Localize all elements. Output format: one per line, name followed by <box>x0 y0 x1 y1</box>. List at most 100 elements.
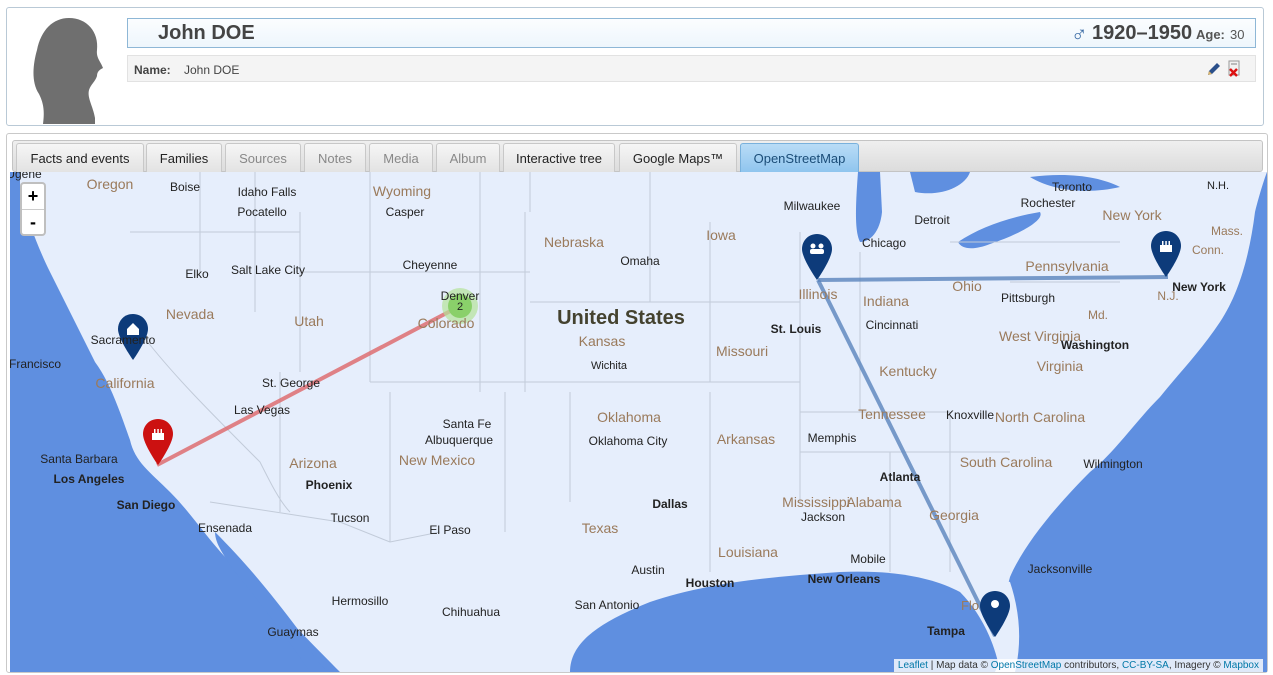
tab-interactive-tree[interactable]: Interactive tree <box>503 143 615 173</box>
state-label: Flo <box>961 598 979 613</box>
person-header: John DOE ♂ 1920–1950 Age: 30 Name: John … <box>6 7 1264 126</box>
state-label: Virginia <box>1037 358 1084 374</box>
city-label: San Antonio <box>575 598 640 612</box>
state-label: New York <box>1102 207 1162 223</box>
city-label: Toronto <box>1052 180 1092 194</box>
state-label: Md. <box>1088 308 1108 322</box>
city-label: Ensenada <box>198 521 252 535</box>
zoom-control: + - <box>20 182 46 236</box>
state-label: California <box>95 375 154 391</box>
city-label: San Diego <box>117 498 176 512</box>
tab-bar: Facts and events Families Sources Notes … <box>12 140 1263 173</box>
state-label: Louisiana <box>718 544 778 560</box>
map-canvas[interactable]: 2 United States Oregon Wyoming Nebraska … <box>10 172 1267 672</box>
tab-sources[interactable]: Sources <box>225 143 301 173</box>
state-label: Nevada <box>166 306 214 322</box>
city-label: Denver <box>441 289 480 303</box>
delete-icon[interactable] <box>1226 60 1242 77</box>
state-label: Tennessee <box>858 406 926 422</box>
city-label: Jackson <box>801 510 845 524</box>
city-label: Pocatello <box>237 205 287 219</box>
city-label: Austin <box>631 563 664 577</box>
mapbox-link[interactable]: Mapbox <box>1223 660 1259 671</box>
state-label: Ohio <box>952 278 982 294</box>
male-gender-icon: ♂ <box>1071 21 1088 46</box>
state-label: Missouri <box>716 343 768 359</box>
family-icon <box>810 243 816 249</box>
state-label: Wyoming <box>373 183 431 199</box>
city-label: New Orleans <box>808 572 881 586</box>
marker-family-illinois[interactable] <box>802 234 832 280</box>
gulf-of-mexico <box>570 571 1000 672</box>
city-label: Mobile <box>850 552 886 566</box>
state-label: Texas <box>582 520 619 536</box>
city-label: Cheyenne <box>403 258 458 272</box>
pacific-ocean <box>10 172 340 672</box>
route-line-illinois-newyork <box>817 275 1169 282</box>
tab-album[interactable]: Album <box>436 143 500 173</box>
name-fact-row: Name: John DOE <box>127 55 1256 82</box>
age-value: 30 <box>1230 27 1245 42</box>
openstreetmap-link[interactable]: OpenStreetMap <box>991 660 1062 671</box>
city-label: Oklahoma City <box>589 434 668 448</box>
tab-families[interactable]: Families <box>146 143 222 173</box>
city-label: Las Vegas <box>234 403 290 417</box>
marker-birth-new-york[interactable] <box>1151 231 1181 277</box>
state-label: Conn. <box>1192 243 1224 257</box>
city-label: Hermosillo <box>332 594 389 608</box>
city-label: N.H. <box>1207 180 1229 192</box>
state-label: New Mexico <box>399 452 475 468</box>
zoom-out-button[interactable]: - <box>22 210 44 235</box>
tab-google-maps[interactable]: Google Maps™ <box>619 143 737 173</box>
city-label: Salt Lake City <box>231 263 305 277</box>
tab-media[interactable]: Media <box>369 143 433 173</box>
state-label: Arizona <box>289 455 337 471</box>
city-label: Pittsburgh <box>1001 291 1055 305</box>
lake-michigan <box>855 172 882 242</box>
city-label: St. Louis <box>771 322 822 336</box>
lake-erie <box>958 212 1041 249</box>
state-label: Kansas <box>579 333 626 349</box>
state-label: Oklahoma <box>597 409 661 425</box>
zoom-in-button[interactable]: + <box>22 184 44 210</box>
city-label: Chicago <box>862 236 906 250</box>
state-label: Mass. <box>1211 224 1243 238</box>
person-name-bar: John DOE ♂ 1920–1950 Age: 30 <box>127 18 1256 48</box>
city-label: Casper <box>386 205 425 219</box>
city-label: Ugene <box>10 172 42 181</box>
city-label: Wilmington <box>1083 457 1142 471</box>
attribution-text: contributors, <box>1061 660 1122 671</box>
city-label: Houston <box>686 576 735 590</box>
state-label: Kentucky <box>879 363 937 379</box>
city-label: Milwaukee <box>784 199 841 213</box>
tab-facts-and-events[interactable]: Facts and events <box>16 143 144 173</box>
state-label: Illinois <box>799 286 838 302</box>
city-label: Detroit <box>914 213 950 227</box>
city-label: Knoxville <box>946 408 994 422</box>
city-label: Tucson <box>331 511 370 525</box>
state-label: North Carolina <box>995 409 1085 425</box>
city-label: St. George <box>262 376 320 390</box>
tab-openstreetmap[interactable]: OpenStreetMap <box>740 143 859 173</box>
city-label: Wichita <box>591 360 628 372</box>
edit-pencil-icon[interactable] <box>1206 61 1222 77</box>
age-label: Age: <box>1196 27 1225 42</box>
openstreetmap-map[interactable]: 2 United States Oregon Wyoming Nebraska … <box>10 172 1267 672</box>
state-label: Nebraska <box>544 234 604 250</box>
city-label: Dallas <box>652 497 688 511</box>
attribution-text: , Imagery © <box>1168 660 1224 671</box>
name-fact-value: John DOE <box>184 63 240 77</box>
tab-notes[interactable]: Notes <box>304 143 366 173</box>
state-label: Georgia <box>929 507 979 523</box>
city-label: El Paso <box>429 523 471 537</box>
state-label: Pennsylvania <box>1025 258 1108 274</box>
birthday-cake-icon <box>152 433 164 440</box>
lifespan: 1920–1950 <box>1092 22 1193 44</box>
state-label: South Carolina <box>960 454 1053 470</box>
cc-by-sa-link[interactable]: CC-BY-SA <box>1122 660 1169 671</box>
city-label: Cincinnati <box>866 318 919 332</box>
state-label: Indiana <box>863 293 909 309</box>
leaflet-link[interactable]: Leaflet <box>898 660 928 671</box>
state-label: Utah <box>294 313 324 329</box>
person-silhouette-icon <box>33 18 103 124</box>
